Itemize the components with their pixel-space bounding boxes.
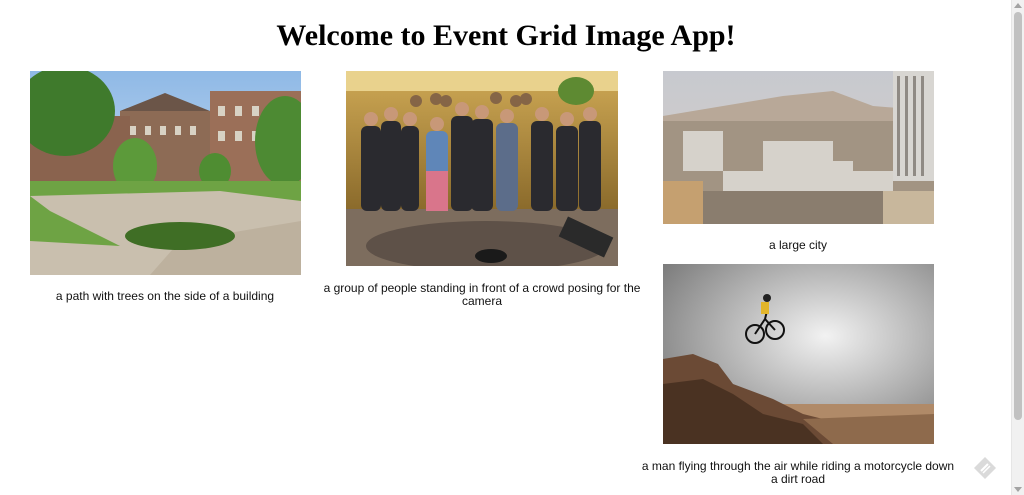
image-card: a group of people standing in front of a… — [322, 71, 642, 311]
image-card: a man flying through the air while ridin… — [638, 264, 958, 494]
image-caption: a group of people standing in front of a… — [323, 281, 641, 308]
image-group-photo — [346, 71, 618, 266]
campus-photo — [30, 71, 301, 275]
scroll-thumb[interactable] — [1014, 12, 1022, 420]
image-card: a path with trees on the side of a build… — [5, 71, 325, 311]
page-title: Welcome to Event Grid Image App! — [276, 19, 736, 52]
page: Welcome to Event Grid Image App! a path … — [0, 0, 1012, 495]
scroll-up-icon[interactable] — [1014, 3, 1022, 8]
image-card: a large city — [638, 71, 958, 261]
image-caption: a large city — [768, 238, 828, 252]
image-caption: a path with trees on the side of a build… — [55, 289, 275, 303]
image-city — [663, 71, 934, 224]
bike-jump-photo — [663, 264, 934, 444]
image-campus-path — [30, 71, 301, 275]
scroll-down-icon[interactable] — [1014, 487, 1022, 492]
vertical-scrollbar[interactable] — [1011, 0, 1024, 495]
image-caption: a man flying through the air while ridin… — [641, 459, 955, 486]
city-photo — [663, 71, 934, 224]
pencil-diamond-icon[interactable] — [973, 456, 997, 480]
pencil-diamond-icon-svg — [974, 457, 996, 479]
group-photo — [346, 71, 618, 266]
image-bike-jump — [663, 264, 934, 444]
